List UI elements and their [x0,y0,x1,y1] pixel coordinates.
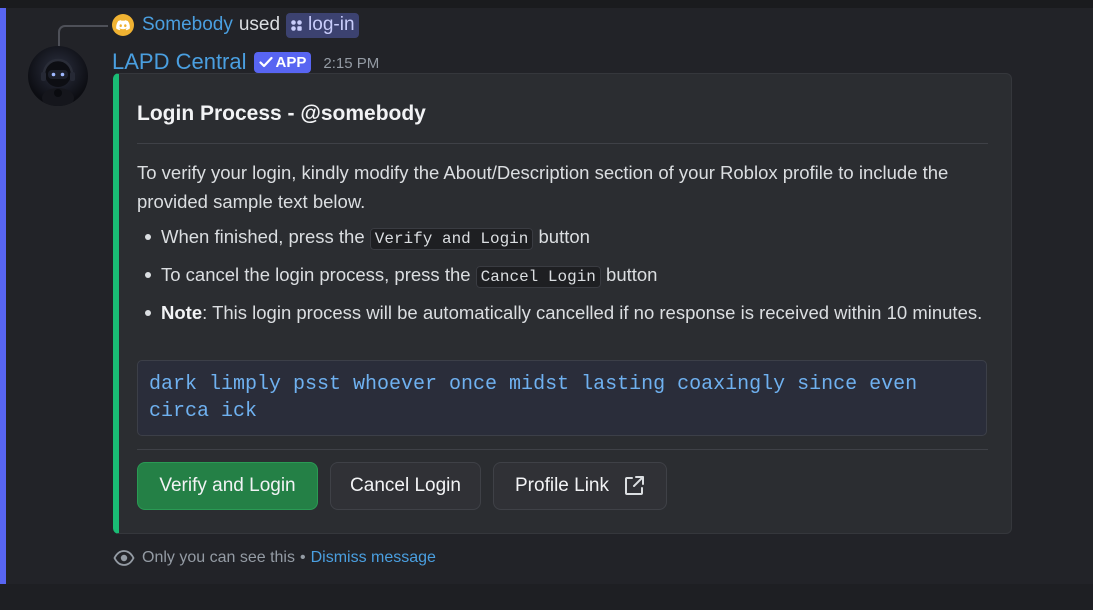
embed-buttons-divider [137,449,988,450]
sample-text-codeblock[interactable]: dark limply psst whoever once midst last… [137,360,987,436]
app-badge: APP [253,51,312,73]
notice-text: Only you can see this [142,549,295,566]
embed-title-divider [137,143,988,144]
button-label: Profile Link [515,475,609,496]
author-name[interactable]: LAPD Central [112,49,247,75]
list-item-text: button [600,264,658,285]
reply-used-text: used [238,14,281,35]
profile-link-button[interactable]: Profile Link [493,462,667,510]
list-item: To cancel the login process, press the C… [137,260,987,292]
ephemeral-notice: Only you can see this • Dismiss message [113,548,436,568]
notice-separator: • [299,549,306,566]
dismiss-message-link[interactable]: Dismiss message [311,549,436,567]
top-strip [0,0,1093,8]
button-label: Verify and Login [159,475,296,496]
reply-context[interactable]: Somebody used log-in [112,12,359,38]
app-command-icon [291,19,302,31]
note-label: Note [161,302,203,323]
message-header: LAPD Central APP 2:15 PM [112,48,379,76]
timestamp[interactable]: 2:15 PM [323,55,379,72]
discord-icon [112,14,134,36]
command-mention[interactable]: log-in [286,12,359,38]
list-item: When finished, press the Verify and Logi… [137,222,987,254]
embed-description: To verify your login, kindly modify the … [137,162,949,212]
list-item-text: When finished, press the [161,226,370,247]
instruction-list: When finished, press the Verify and Logi… [137,222,987,333]
app-badge-label: APP [275,53,307,71]
inline-code: Cancel Login [475,266,601,288]
inline-code: Verify and Login [369,228,534,250]
avatar[interactable] [28,46,88,106]
bot-avatar-icon [41,58,75,106]
reply-username[interactable]: Somebody [142,14,233,36]
verify-and-login-button[interactable]: Verify and Login [137,462,318,510]
list-item-text: button [533,226,590,247]
checkmark-icon [258,56,273,68]
cancel-login-button[interactable]: Cancel Login [330,462,481,510]
list-item: Note: This login process will be automat… [137,298,987,327]
external-link-icon [625,476,644,495]
list-item-text: To cancel the login process, press the [161,264,476,285]
embed-card: Login Process - @somebody To verify your… [113,73,1012,534]
embed-title: Login Process - @somebody [137,102,426,125]
list-item-text: : This login process will be automatical… [202,302,983,323]
eye-icon [113,550,135,566]
button-label: Cancel Login [350,475,461,496]
button-row: Verify and Login Cancel Login Profile Li… [137,462,679,510]
command-name: log-in [308,14,355,35]
message-highlight-bar [0,8,6,584]
reply-connector [58,25,108,47]
